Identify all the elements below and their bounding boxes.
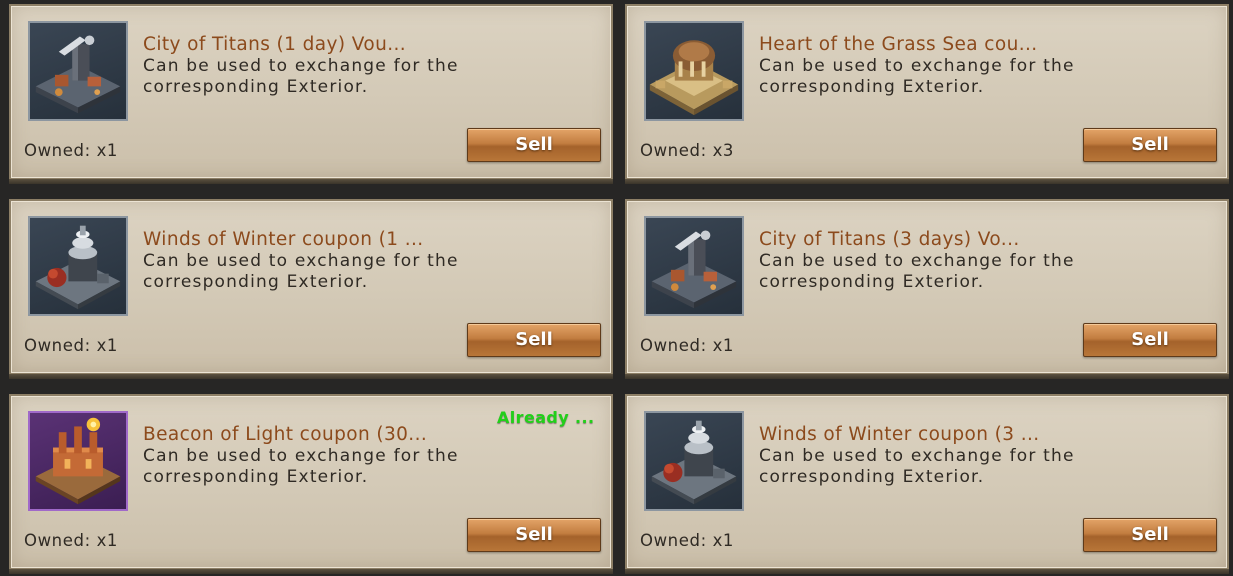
coupon-description: Can be used to exchange for the correspo… bbox=[143, 56, 459, 97]
coupon-title: City of Titans (1 day) Vou... bbox=[143, 34, 407, 55]
coupon-description: Can be used to exchange for the correspo… bbox=[143, 251, 459, 292]
sell-button[interactable]: Sell bbox=[467, 323, 601, 357]
sell-button[interactable]: Sell bbox=[467, 128, 601, 162]
heart-of-the-grass-sea-exterior-icon bbox=[644, 21, 744, 121]
owned-count: Owned: x1 bbox=[24, 531, 119, 550]
sell-button[interactable]: Sell bbox=[467, 518, 601, 552]
owned-count: Owned: x1 bbox=[640, 336, 735, 355]
owned-count: Owned: x1 bbox=[24, 141, 119, 160]
coupon-description: Can be used to exchange for the correspo… bbox=[759, 56, 1075, 97]
coupon-card-winds-of-winter-1: Winds of Winter coupon (1 ... Can be use… bbox=[9, 199, 613, 379]
coupon-title: Heart of the Grass Sea cou... bbox=[759, 34, 1038, 55]
coupon-description: Can be used to exchange for the correspo… bbox=[759, 251, 1075, 292]
coupon-description: Can be used to exchange for the correspo… bbox=[759, 446, 1075, 487]
coupon-card-winds-of-winter-3: Winds of Winter coupon (3 ... Can be use… bbox=[625, 394, 1229, 574]
beacon-of-light-exterior-icon bbox=[28, 411, 128, 511]
coupon-title: Winds of Winter coupon (3 ... bbox=[759, 424, 1040, 445]
city-of-titans-exterior-icon bbox=[644, 216, 744, 316]
sell-button[interactable]: Sell bbox=[1083, 128, 1217, 162]
coupon-card-heart-of-the-grass-sea: Heart of the Grass Sea cou... Can be use… bbox=[625, 4, 1229, 184]
coupon-title: Beacon of Light coupon (30... bbox=[143, 424, 428, 445]
city-of-titans-exterior-icon bbox=[28, 21, 128, 121]
coupon-title: City of Titans (3 days) Vo... bbox=[759, 229, 1020, 250]
status-badge: Already ... bbox=[497, 408, 595, 427]
coupon-card-city-of-titans-3-days: City of Titans (3 days) Vo... Can be use… bbox=[625, 199, 1229, 379]
winds-of-winter-exterior-icon bbox=[28, 216, 128, 316]
coupon-card-beacon-of-light: Beacon of Light coupon (30... Already ..… bbox=[9, 394, 613, 574]
owned-count: Owned: x3 bbox=[640, 141, 735, 160]
winds-of-winter-exterior-icon bbox=[644, 411, 744, 511]
sell-button[interactable]: Sell bbox=[1083, 323, 1217, 357]
sell-button[interactable]: Sell bbox=[1083, 518, 1217, 552]
coupon-description: Can be used to exchange for the correspo… bbox=[143, 446, 459, 487]
coupon-card-city-of-titans-1-day: City of Titans (1 day) Vou... Can be use… bbox=[9, 4, 613, 184]
coupon-grid: City of Titans (1 day) Vou... Can be use… bbox=[0, 0, 1233, 576]
owned-count: Owned: x1 bbox=[24, 336, 119, 355]
owned-count: Owned: x1 bbox=[640, 531, 735, 550]
coupon-title: Winds of Winter coupon (1 ... bbox=[143, 229, 424, 250]
